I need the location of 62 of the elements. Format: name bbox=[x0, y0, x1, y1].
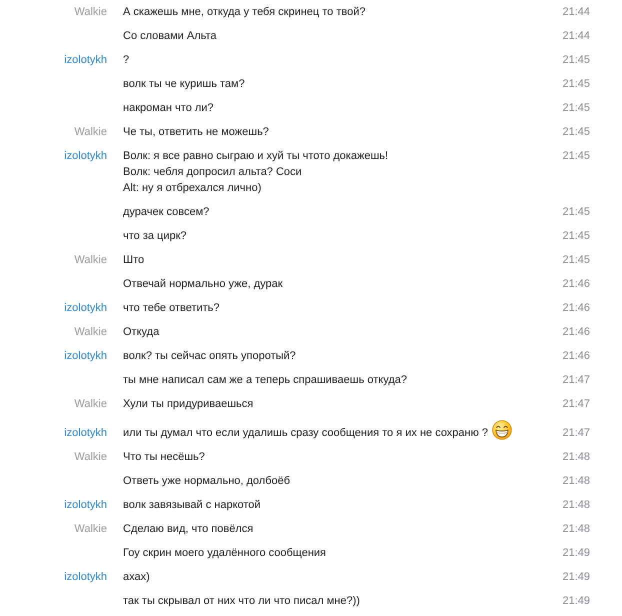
message-time: 21:47 bbox=[562, 373, 590, 388]
message-time: 21:49 bbox=[562, 546, 590, 561]
sender-name: izolotykh bbox=[63, 149, 107, 164]
message-text: ? bbox=[123, 54, 130, 66]
message-text: или ты думал что если удалишь сразу сообщения то я их не сохраню ? bbox=[123, 427, 488, 439]
sender-name: izolotykh bbox=[63, 301, 107, 316]
message-text: дурачек совсем? bbox=[123, 206, 210, 218]
sender-name: izolotykh bbox=[63, 426, 107, 441]
message-text: Че ты, ответить не можешь? bbox=[123, 126, 269, 138]
message-time: 21:45 bbox=[562, 53, 590, 68]
message-time: 21:46 bbox=[562, 277, 590, 292]
message-text: Откуда bbox=[123, 326, 160, 338]
message-time: 21:48 bbox=[562, 522, 590, 537]
message-text: так ты скрывал от них что ли что писал мне?)) bbox=[123, 595, 360, 607]
message-time: 21:47 bbox=[562, 426, 590, 441]
sender-name: Walkie bbox=[73, 5, 107, 20]
message-text: Гоу скрин моего удалённого сообщения bbox=[123, 547, 326, 559]
message-text: что за цирк? bbox=[123, 230, 187, 242]
message-time: 21:45 bbox=[562, 205, 590, 220]
message-time: 21:45 bbox=[562, 253, 590, 268]
sender-name: izolotykh bbox=[63, 53, 107, 68]
message-time: 21:49 bbox=[562, 594, 590, 609]
message-text: ахах) bbox=[123, 571, 150, 583]
sender-name: Walkie bbox=[73, 253, 107, 268]
message-time: 21:45 bbox=[562, 125, 590, 140]
message-time: 21:45 bbox=[562, 229, 590, 244]
sender-name: Walkie bbox=[73, 450, 107, 465]
message-time: 21:44 bbox=[562, 29, 590, 44]
message-time: 21:45 bbox=[562, 101, 590, 116]
message-time: 21:44 bbox=[562, 5, 590, 20]
message-time: 21:46 bbox=[562, 301, 590, 316]
sender-name: izolotykh bbox=[63, 570, 107, 585]
message-text: волк завязывай с наркотой bbox=[123, 499, 261, 511]
message-time: 21:45 bbox=[562, 77, 590, 92]
message-text: Что ты несёшь? bbox=[123, 451, 205, 463]
sender-name: izolotykh bbox=[63, 498, 107, 513]
message-time: 21:46 bbox=[562, 349, 590, 364]
message-text: ты мне написал сам же а теперь спрашиваешь откуда? bbox=[123, 374, 408, 386]
message-time: 21:48 bbox=[562, 498, 590, 513]
message-text: что тебе ответить? bbox=[123, 302, 220, 314]
message-text: Со словами Альта bbox=[123, 30, 217, 42]
message-time: 21:48 bbox=[562, 450, 590, 465]
message-time: 21:46 bbox=[562, 325, 590, 340]
message-text: Ответь уже нормально, долбоёб bbox=[123, 475, 290, 487]
message-text: волк ты че куришь там? bbox=[123, 78, 245, 90]
sender-name: Walkie bbox=[73, 325, 107, 340]
message-time: 21:48 bbox=[562, 474, 590, 489]
sender-name: Walkie bbox=[73, 125, 107, 140]
message-text: Што bbox=[123, 254, 144, 266]
message-time: 21:47 bbox=[562, 397, 590, 412]
message-text: А скажешь мне, откуда у тебя скринец то твой? bbox=[123, 6, 366, 18]
sender-name: Walkie bbox=[73, 397, 107, 412]
message-time: 21:45 bbox=[562, 149, 590, 164]
message-text: Волк: я все равно сыграю и хуй ты чтото докажешь! Волк: чебля допросил альта? Соси Alt: ну я отбрехался лично) bbox=[123, 150, 388, 194]
message-text: Отвечай нормально уже, дурак bbox=[123, 278, 283, 290]
sender-name: Walkie bbox=[73, 522, 107, 537]
message-text: волк? ты сейчас опять упоротый? bbox=[123, 350, 296, 362]
message-text: Хули ты придуриваешься bbox=[123, 398, 254, 410]
message-text: Сделаю вид, что повёлся bbox=[123, 523, 254, 535]
message-time: 21:49 bbox=[562, 570, 590, 585]
message-text: накроман что ли? bbox=[123, 102, 214, 114]
sender-name: izolotykh bbox=[63, 349, 107, 364]
